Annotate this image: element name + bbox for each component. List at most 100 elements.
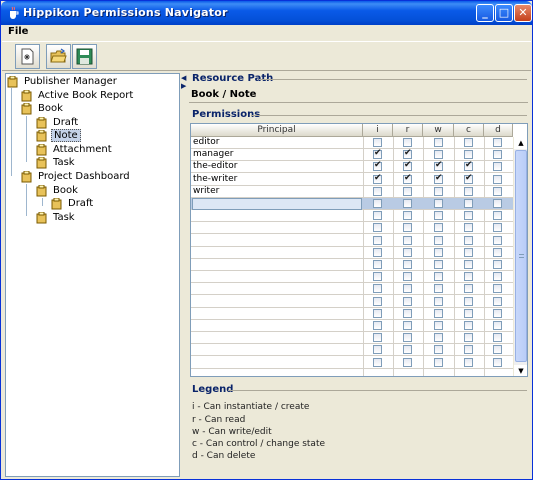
permission-checkbox-c[interactable]: [464, 296, 473, 306]
permission-checkbox-w[interactable]: [434, 138, 443, 147]
column-header-d[interactable]: d: [484, 124, 513, 137]
permission-checkbox-d[interactable]: [493, 321, 502, 330]
permission-checkbox-r[interactable]: [403, 138, 412, 147]
permission-checkbox-d[interactable]: [493, 223, 502, 233]
permission-checkbox-w[interactable]: [434, 345, 443, 355]
permissions-table[interactable]: Principal i r w c d editormanagerthe-edi…: [190, 123, 528, 377]
permission-checkbox-c[interactable]: [464, 199, 473, 208]
column-header-r[interactable]: r: [393, 124, 423, 137]
permission-checkbox-c[interactable]: [464, 138, 473, 147]
close-button[interactable]: ✕: [514, 4, 532, 22]
table-row[interactable]: the-editor: [191, 160, 513, 174]
permission-checkbox-d[interactable]: [493, 186, 502, 196]
permission-checkbox-c[interactable]: [464, 173, 473, 184]
principal-cell[interactable]: [192, 344, 362, 356]
principal-cell[interactable]: [192, 320, 362, 332]
table-row[interactable]: [191, 332, 513, 345]
permission-checkbox-r[interactable]: [403, 321, 412, 330]
principal-cell[interactable]: [192, 198, 362, 210]
permission-checkbox-i[interactable]: [373, 223, 382, 233]
table-row[interactable]: [191, 247, 513, 259]
permission-checkbox-r[interactable]: [403, 272, 412, 282]
permission-checkbox-c[interactable]: [464, 345, 473, 355]
permission-checkbox-w[interactable]: [434, 260, 443, 269]
table-row[interactable]: [191, 222, 513, 235]
permission-checkbox-c[interactable]: [464, 150, 473, 160]
permission-checkbox-w[interactable]: [434, 333, 443, 343]
principal-cell[interactable]: the-writer: [192, 174, 362, 186]
permission-checkbox-d[interactable]: [493, 284, 502, 294]
permission-checkbox-c[interactable]: [464, 260, 473, 269]
permission-checkbox-d[interactable]: [493, 345, 502, 355]
table-row[interactable]: writer: [191, 186, 513, 198]
permission-checkbox-c[interactable]: [464, 272, 473, 282]
table-row[interactable]: [191, 271, 513, 284]
table-row[interactable]: [191, 320, 513, 332]
table-row[interactable]: [191, 344, 513, 357]
permission-checkbox-i[interactable]: [373, 173, 382, 184]
permission-checkbox-i[interactable]: [373, 272, 382, 282]
permission-checkbox-w[interactable]: [434, 247, 443, 257]
table-row[interactable]: [191, 259, 513, 271]
principal-cell[interactable]: [192, 308, 362, 320]
principal-cell[interactable]: [192, 259, 362, 271]
permission-checkbox-c[interactable]: [464, 211, 473, 221]
permission-checkbox-i[interactable]: [373, 138, 382, 147]
permission-checkbox-d[interactable]: [493, 296, 502, 306]
permission-checkbox-w[interactable]: [434, 150, 443, 160]
table-row[interactable]: [191, 357, 513, 369]
permission-checkbox-i[interactable]: [373, 199, 382, 208]
save-button[interactable]: [72, 44, 97, 69]
table-row[interactable]: [191, 283, 513, 296]
title-bar[interactable]: Hippikon Permissions Navigator _ □ ✕: [1, 1, 532, 25]
permission-checkbox-c[interactable]: [464, 223, 473, 233]
permission-checkbox-i[interactable]: [373, 333, 382, 343]
permission-checkbox-i[interactable]: [373, 321, 382, 330]
permission-checkbox-i[interactable]: [373, 160, 382, 172]
permission-checkbox-r[interactable]: [403, 357, 412, 367]
permission-checkbox-w[interactable]: [434, 160, 443, 172]
minimize-button[interactable]: _: [476, 4, 494, 22]
column-header-c[interactable]: c: [454, 124, 484, 137]
panel-splitter[interactable]: ◀ ▶: [181, 73, 187, 477]
principal-cell[interactable]: [192, 271, 362, 283]
permission-checkbox-d[interactable]: [493, 308, 502, 318]
permission-checkbox-i[interactable]: [373, 296, 382, 306]
permission-checkbox-i[interactable]: [373, 186, 382, 196]
permission-checkbox-r[interactable]: [403, 186, 412, 196]
permission-checkbox-w[interactable]: [434, 211, 443, 221]
permission-checkbox-i[interactable]: [373, 260, 382, 269]
permission-checkbox-r[interactable]: [403, 345, 412, 355]
table-row[interactable]: [191, 235, 513, 247]
permission-checkbox-c[interactable]: [464, 321, 473, 330]
principal-cell[interactable]: editor: [192, 137, 362, 149]
permission-checkbox-w[interactable]: [434, 308, 443, 318]
principal-cell[interactable]: [192, 235, 362, 247]
permission-checkbox-d[interactable]: [493, 199, 502, 208]
table-row[interactable]: [191, 210, 513, 223]
principal-cell[interactable]: [192, 283, 362, 295]
permission-checkbox-d[interactable]: [493, 272, 502, 282]
permission-checkbox-i[interactable]: [373, 211, 382, 221]
permission-checkbox-w[interactable]: [434, 235, 443, 245]
permission-checkbox-r[interactable]: [403, 260, 412, 269]
principal-cell[interactable]: [192, 357, 362, 369]
collapse-right-arrow-icon[interactable]: ▶: [181, 83, 187, 90]
table-row[interactable]: manager: [191, 148, 513, 162]
permission-checkbox-c[interactable]: [464, 186, 473, 196]
permission-checkbox-d[interactable]: [493, 150, 502, 160]
permission-checkbox-r[interactable]: [403, 296, 412, 306]
scroll-thumb[interactable]: [515, 150, 527, 362]
permission-checkbox-r[interactable]: [403, 308, 412, 318]
permission-checkbox-w[interactable]: [434, 272, 443, 282]
column-header-principal[interactable]: Principal: [191, 124, 363, 137]
permission-checkbox-w[interactable]: [434, 296, 443, 306]
permission-checkbox-w[interactable]: [434, 173, 443, 184]
scroll-up-arrow-icon[interactable]: ▲: [514, 137, 527, 149]
permission-checkbox-i[interactable]: [373, 308, 382, 318]
permission-checkbox-d[interactable]: [493, 357, 502, 367]
permission-checkbox-d[interactable]: [493, 174, 502, 184]
principal-cell[interactable]: writer: [192, 186, 362, 198]
permission-checkbox-d[interactable]: [493, 247, 502, 257]
permission-checkbox-w[interactable]: [434, 186, 443, 196]
